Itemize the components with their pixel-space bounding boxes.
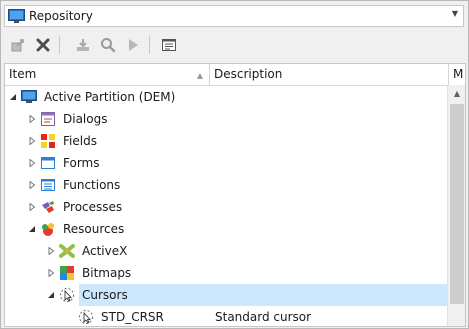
- expanded-arrow-icon[interactable]: [9, 93, 17, 101]
- import-icon: [77, 39, 89, 51]
- sort-caret-icon: ▲: [196, 71, 203, 80]
- column-header: Item ▲ Description M: [5, 64, 465, 86]
- tree-item-label: Fields: [63, 134, 97, 148]
- toolbar-separator: [149, 36, 150, 54]
- vertical-scrollbar[interactable]: ▲: [447, 85, 465, 326]
- run-icon: [129, 39, 138, 51]
- properties-icon: [162, 39, 176, 51]
- selection-highlight: [79, 284, 447, 306]
- tree-item-label: Cursors: [82, 288, 128, 302]
- delete-icon: [36, 38, 50, 52]
- tree-item-label: Active Partition (DEM): [44, 90, 176, 104]
- search-button[interactable]: [99, 36, 117, 54]
- collapsed-arrow-icon[interactable]: [28, 159, 36, 167]
- search-icon: [101, 38, 116, 53]
- tree-row[interactable]: ActiveX: [5, 240, 447, 262]
- toolbar: [4, 32, 464, 58]
- tree-row[interactable]: Dialogs: [5, 108, 447, 130]
- column-m-label: M: [453, 67, 464, 81]
- tree-row-selected[interactable]: Cursors: [5, 284, 447, 306]
- dialog-icon: [40, 111, 56, 127]
- fields-icon: [40, 133, 56, 149]
- bitmap-icon: [59, 265, 75, 281]
- tree-item-label: Dialogs: [63, 112, 108, 126]
- scroll-up-arrow-icon[interactable]: ▲: [448, 85, 465, 102]
- monitor-icon: [8, 9, 25, 23]
- delete-button[interactable]: [34, 36, 52, 54]
- form-icon: [40, 155, 56, 171]
- collapsed-arrow-icon[interactable]: [28, 137, 36, 145]
- function-icon: [40, 177, 56, 193]
- collapsed-arrow-icon[interactable]: [28, 115, 36, 123]
- tree-row[interactable]: Processes: [5, 196, 447, 218]
- expanded-arrow-icon[interactable]: [47, 291, 55, 299]
- import-button[interactable]: [74, 36, 92, 54]
- tree-row[interactable]: Bitmaps: [5, 262, 447, 284]
- tree-row[interactable]: Functions: [5, 174, 447, 196]
- tree-item-label: Functions: [63, 178, 121, 192]
- cursor-icon: [78, 309, 94, 325]
- scroll-thumb[interactable]: [450, 104, 464, 304]
- collapsed-arrow-icon[interactable]: [47, 247, 55, 255]
- column-description-label: Description: [214, 67, 283, 81]
- collapsed-arrow-icon[interactable]: [47, 269, 55, 277]
- collapsed-arrow-icon[interactable]: [28, 203, 36, 211]
- cursor-icon: [59, 287, 75, 303]
- resources-icon: [40, 221, 56, 237]
- export-button[interactable]: [9, 36, 27, 54]
- column-item[interactable]: Item ▲: [5, 64, 210, 85]
- chevron-down-icon[interactable]: ▼: [452, 9, 458, 18]
- tree-row[interactable]: Active Partition (DEM): [5, 86, 447, 108]
- tree-item-description: Standard cursor: [215, 310, 312, 324]
- monitor-icon: [21, 89, 37, 105]
- column-item-label: Item: [9, 67, 37, 81]
- export-icon: [11, 39, 24, 52]
- tree-row[interactable]: Forms: [5, 152, 447, 174]
- tree-item-label: Forms: [63, 156, 100, 170]
- collapsed-arrow-icon[interactable]: [28, 181, 36, 189]
- tree-item-label: ActiveX: [82, 244, 128, 258]
- column-m[interactable]: M: [449, 64, 465, 85]
- repository-panel: Repository ▼ Item ▲ Description M Active…: [0, 0, 469, 329]
- tree-item-label: Resources: [63, 222, 125, 236]
- tree-item-label: Bitmaps: [82, 266, 132, 280]
- repository-tree: Item ▲ Description M Active Partition (D…: [4, 63, 466, 327]
- run-button[interactable]: [124, 36, 142, 54]
- process-icon: [40, 199, 56, 215]
- column-description[interactable]: Description: [210, 64, 449, 85]
- repository-dropdown[interactable]: Repository ▼: [4, 5, 464, 27]
- properties-button[interactable]: [160, 36, 178, 54]
- activex-icon: [59, 243, 75, 259]
- tree-row[interactable]: STD_CRSR Standard cursor: [5, 306, 447, 326]
- tree-item-label: Processes: [63, 200, 123, 214]
- expanded-arrow-icon[interactable]: [28, 225, 36, 233]
- tree-item-label: STD_CRSR: [101, 310, 164, 324]
- tree-rows: Active Partition (DEM) Dialogs Fields Forms…: [5, 86, 447, 326]
- repository-label: Repository: [29, 9, 93, 23]
- toolbar-separator: [59, 36, 60, 54]
- tree-row[interactable]: Fields: [5, 130, 447, 152]
- tree-row[interactable]: Resources: [5, 218, 447, 240]
